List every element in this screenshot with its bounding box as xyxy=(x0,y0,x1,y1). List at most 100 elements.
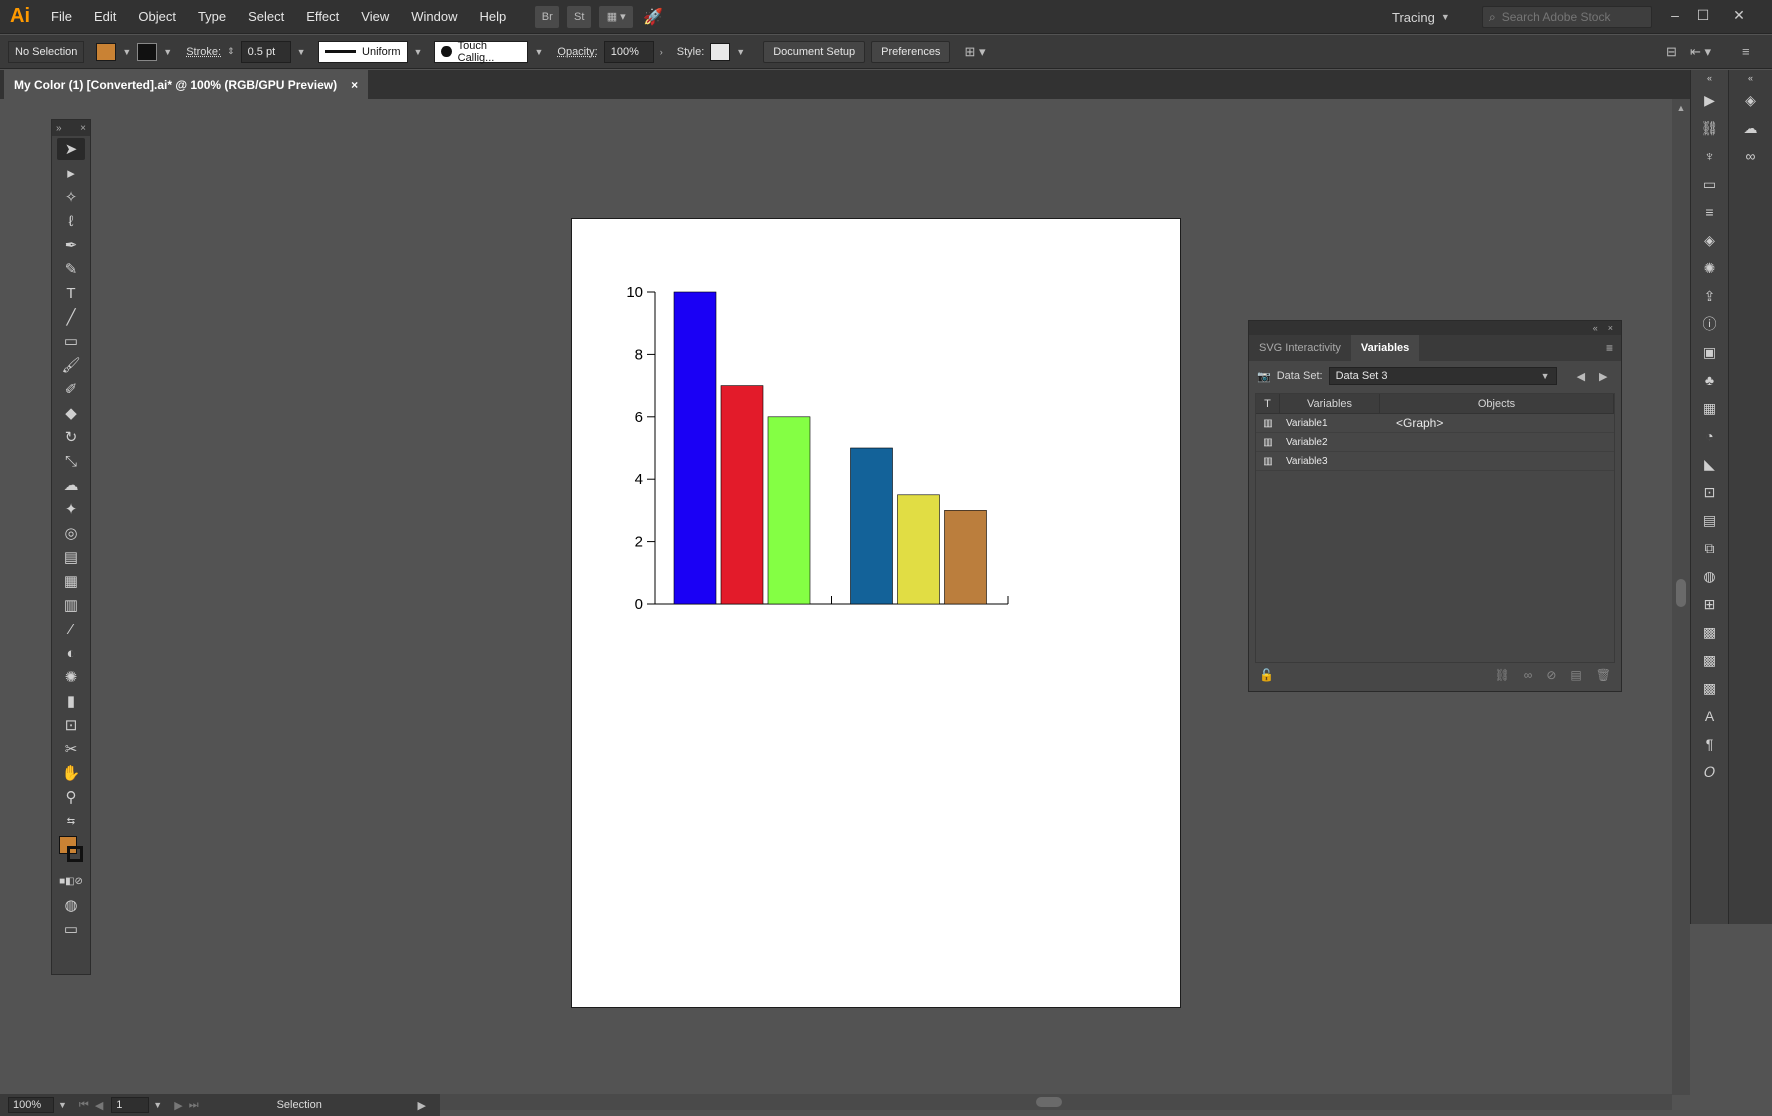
properties-icon[interactable]: ◈ xyxy=(1729,86,1772,114)
rectangle-tool-icon[interactable]: ▭ xyxy=(57,330,85,352)
column-graph-tool-icon[interactable]: ▮ xyxy=(57,690,85,712)
preferences-button[interactable]: Preferences xyxy=(871,40,951,63)
menu-object[interactable]: Object xyxy=(127,9,187,24)
image-trace-icon[interactable]: ▩ xyxy=(1691,646,1728,674)
lock-icon[interactable]: 🔓 xyxy=(1259,668,1274,682)
document-setup-button[interactable]: Document Setup xyxy=(763,40,866,63)
collapse-icon[interactable]: « xyxy=(1691,70,1728,86)
stroke-icon[interactable]: ≡ xyxy=(1691,198,1728,226)
libraries-icon[interactable]: ☁ xyxy=(1729,114,1772,142)
pathfinder-icon[interactable]: ⧉ xyxy=(1691,534,1728,562)
table-row[interactable]: ▥ Variable1 <Graph> xyxy=(1256,414,1614,433)
blend-tool-icon[interactable]: ◐ xyxy=(57,642,85,664)
menu-file[interactable]: File xyxy=(40,9,83,24)
gpu-performance-icon[interactable]: 🚀 xyxy=(641,6,665,28)
transparency-icon[interactable]: ◍ xyxy=(1691,562,1728,590)
hand-tool-icon[interactable]: ✋ xyxy=(57,762,85,784)
layers-icon[interactable]: ◈ xyxy=(1691,226,1728,254)
status-mode[interactable]: Selection xyxy=(277,1099,322,1111)
eraser-tool-icon[interactable]: ◆ xyxy=(57,402,85,424)
lasso-tool-icon[interactable]: ℓ xyxy=(57,210,85,232)
screen-mode-icon[interactable]: ▭ xyxy=(57,918,85,940)
document-tab[interactable]: My Color (1) [Converted].ai* @ 100% (RGB… xyxy=(4,70,369,99)
graphic-styles-icon[interactable]: ▩ xyxy=(1691,674,1728,702)
paintbrush-tool-icon[interactable]: 🖌 xyxy=(57,354,85,376)
status-menu-icon[interactable]: ▶ xyxy=(418,1099,426,1112)
stepper-icon[interactable]: ⇕ xyxy=(227,46,235,57)
make-visibility-dynamic-icon[interactable]: ∞ xyxy=(1524,668,1533,682)
scale-tool-icon[interactable]: ⤡ xyxy=(57,450,85,472)
vertical-scrollbar[interactable]: ▲ xyxy=(1672,99,1690,1095)
close-icon[interactable]: × xyxy=(80,123,86,134)
artboards-icon[interactable]: ⊞ xyxy=(1691,590,1728,618)
curvature-tool-icon[interactable]: ✎ xyxy=(57,258,85,280)
artboard-tool-icon[interactable]: ⊡ xyxy=(57,714,85,736)
line-tool-icon[interactable]: ╱ xyxy=(57,306,85,328)
eyedropper-tool-icon[interactable]: ⁄ xyxy=(57,618,85,640)
info-icon[interactable]: ⓘ xyxy=(1691,310,1728,338)
zoom-field[interactable]: 100% xyxy=(8,1097,54,1113)
blob-brush-tool-icon[interactable]: ✐ xyxy=(57,378,85,400)
library-icon[interactable]: ▣ xyxy=(1691,338,1728,366)
color-icon[interactable]: ◣ xyxy=(1691,450,1728,478)
panel-menu-icon[interactable]: ≡ xyxy=(1742,44,1750,59)
menu-type[interactable]: Type xyxy=(187,9,237,24)
chevron-down-icon[interactable]: ▼ xyxy=(736,47,745,57)
slice-tool-icon[interactable]: ✂ xyxy=(57,738,85,760)
align-icon[interactable]: ⊞ ▾ xyxy=(964,44,985,60)
selection-tool-icon[interactable]: ➤ xyxy=(57,138,85,160)
minimize-icon[interactable]: – xyxy=(1662,4,1688,26)
close-icon[interactable]: ✕ xyxy=(1726,4,1752,26)
close-tab-icon[interactable]: × xyxy=(351,78,358,92)
shape-builder-tool-icon[interactable]: ◎ xyxy=(57,522,85,544)
chevron-down-icon[interactable]: ▼ xyxy=(58,1100,67,1110)
rotate-tool-icon[interactable]: ↻ xyxy=(57,426,85,448)
align-icon[interactable]: ▤ xyxy=(1691,506,1728,534)
creative-cloud-icon[interactable]: ∞ xyxy=(1729,142,1772,170)
menu-edit[interactable]: Edit xyxy=(83,9,127,24)
chevron-down-icon[interactable]: ▼ xyxy=(534,47,543,57)
stroke-label[interactable]: Stroke: xyxy=(186,46,221,58)
swatches-icon[interactable]: ▦ xyxy=(1691,394,1728,422)
brush-definition[interactable]: Touch Callig... xyxy=(434,40,529,64)
objects-column-header[interactable]: Objects xyxy=(1380,394,1614,413)
chevron-down-icon[interactable]: ▼ xyxy=(297,47,306,57)
next-artboard-icon[interactable]: ▶ xyxy=(174,1099,182,1112)
collapse-icon[interactable]: » xyxy=(56,123,62,134)
warp-tool-icon[interactable]: ☁ xyxy=(57,474,85,496)
chevron-down-icon[interactable]: ▼ xyxy=(163,47,172,57)
character-icon[interactable]: A xyxy=(1691,702,1728,730)
color-mode-icon[interactable]: ■◧⊘ xyxy=(57,870,85,892)
transform-icon[interactable]: ⊡ xyxy=(1691,478,1728,506)
stroke-weight-field[interactable]: 0.5 pt xyxy=(240,40,291,63)
mesh-tool-icon[interactable]: ▦ xyxy=(57,570,85,592)
table-row[interactable]: ▥ Variable3 xyxy=(1256,452,1614,471)
artboard[interactable]: 10 8 6 4 2 0 xyxy=(571,218,1181,1008)
symbols-icon[interactable]: ♣ xyxy=(1691,366,1728,394)
stock-search[interactable]: ⌕ xyxy=(1482,6,1652,28)
previous-artboard-icon[interactable]: ◀ xyxy=(95,1099,103,1112)
panel-top-bar[interactable]: « × xyxy=(1249,321,1621,335)
make-dynamic-icon[interactable]: ⛓ xyxy=(1495,668,1510,682)
capture-dataset-icon[interactable]: 📷 xyxy=(1257,370,1271,383)
direct-selection-tool-icon[interactable]: ▸ xyxy=(57,162,85,184)
gradient-tool-icon[interactable]: ▥ xyxy=(57,594,85,616)
dataset-dropdown[interactable]: Data Set 3 ▼ xyxy=(1328,367,1557,385)
tools-panel-header[interactable]: » × xyxy=(52,120,90,136)
previous-dataset-icon[interactable]: ◀ xyxy=(1577,370,1585,383)
magic-wand-tool-icon[interactable]: ✧ xyxy=(57,186,85,208)
zoom-tool-icon[interactable]: ⚲ xyxy=(57,786,85,808)
last-artboard-icon[interactable]: ⏭ xyxy=(189,1099,199,1112)
new-variable-icon[interactable]: ▤ xyxy=(1570,668,1581,682)
actions-icon[interactable]: ▶ xyxy=(1691,86,1728,114)
horizontal-scroll-thumb[interactable] xyxy=(1036,1097,1062,1107)
delete-variable-icon[interactable]: 🗑 xyxy=(1596,668,1611,682)
color-guide-icon[interactable]: ◔ xyxy=(1691,422,1728,450)
unbind-icon[interactable]: ⊘ xyxy=(1546,668,1556,682)
tab-svg-interactivity[interactable]: SVG Interactivity xyxy=(1249,335,1351,361)
arrange-icon[interactable]: ⊟ xyxy=(1666,44,1677,60)
type-tool-icon[interactable]: T xyxy=(57,282,85,304)
variable-width-profile[interactable]: Uniform xyxy=(317,40,408,63)
paragraph-icon[interactable]: ¶ xyxy=(1691,730,1728,758)
artboard-number-field[interactable]: 1 xyxy=(111,1097,150,1113)
